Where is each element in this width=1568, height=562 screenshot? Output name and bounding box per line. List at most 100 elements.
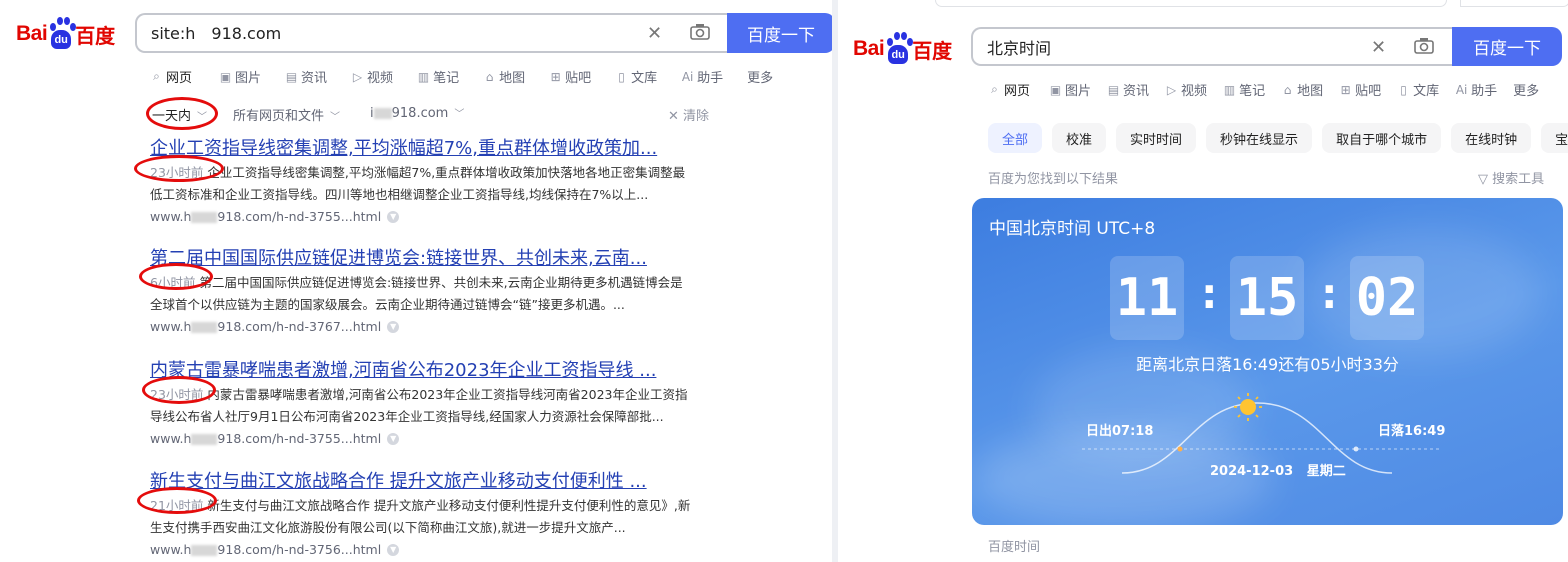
note-icon: ▥: [417, 69, 430, 84]
top-bar-edge: [935, 0, 1447, 7]
tab-note[interactable]: ▥ 笔记: [1223, 80, 1266, 100]
search-result: 第二届中国国际供应链促进博览会:链接世界、共创未来,云南... 6小时前 第二届中…: [150, 244, 730, 334]
search-query[interactable]: 北京时间: [987, 29, 1051, 64]
library-icon: ▯: [618, 69, 625, 84]
tab-label: 助手: [1471, 84, 1498, 99]
video-icon: ▷: [352, 69, 363, 84]
clock-date: 2024-12-03 星期二: [1210, 464, 1346, 479]
tab-more[interactable]: 更多: [1513, 80, 1539, 99]
top-bar-edge-2: [1460, 0, 1568, 7]
ai-icon: Ai: [1455, 82, 1468, 97]
tab-label: 资讯: [301, 71, 328, 86]
search-input[interactable]: site:h 918.com ✕: [135, 13, 727, 53]
tab-search[interactable]: ⌕ 网页: [988, 80, 1033, 99]
map-icon: ⌂: [485, 69, 494, 84]
clock-hours: 11: [1110, 256, 1184, 340]
tab-news[interactable]: ▤ 资讯: [285, 67, 328, 87]
query-chip[interactable]: 全部: [988, 123, 1043, 153]
result-snippet: 6小时前 第二届中国国际供应链促进博览会:链接世界、共创未来,云南企业期待更多机…: [150, 275, 683, 312]
sunset-countdown: 距离北京日落16:49还有05小时33分: [1136, 355, 1399, 374]
search-button[interactable]: 百度一下: [1452, 27, 1562, 66]
tab-label: 更多: [1513, 84, 1540, 99]
tab-library[interactable]: ▯ 文库: [1397, 80, 1440, 100]
filter-time[interactable]: 一天内 ﹀: [152, 105, 207, 124]
chevron-down-icon[interactable]: ▼: [387, 320, 400, 333]
chevron-down-icon[interactable]: ▼: [387, 432, 400, 445]
tab-label: 贴吧: [1355, 84, 1382, 99]
tab-label: 更多: [747, 71, 774, 86]
result-title[interactable]: 新生支付与曲江文旅战略合作 提升文旅产业移动支付便利性 ...: [150, 467, 730, 493]
tieba-icon: ⊞: [550, 69, 561, 84]
tab-label: 助手: [697, 71, 724, 86]
result-title[interactable]: 内蒙古雷暴哮喘患者激增,河南省公布2023年企业工资指导线 ...: [150, 356, 730, 382]
tab-label: 图片: [1065, 84, 1092, 99]
baidu-logo[interactable]: Bai du 百度: [853, 29, 952, 69]
tab-label: 笔记: [1239, 84, 1266, 99]
tab-video[interactable]: ▷ 视频: [1165, 80, 1207, 100]
clock-colon: :: [1316, 268, 1343, 319]
tab-label: 文库: [631, 71, 658, 86]
chevron-down-icon[interactable]: ▼: [387, 543, 400, 556]
tab-news[interactable]: ▤ 资讯: [1107, 80, 1150, 100]
query-chip[interactable]: 取自于哪个城市: [1322, 123, 1442, 153]
tab-label: 地图: [1297, 84, 1324, 99]
result-url[interactable]: www.h 918.com/h-nd-3755...html ▼: [150, 431, 730, 446]
clock-colon: :: [1196, 268, 1223, 319]
tab-image[interactable]: ▣ 图片: [1049, 80, 1092, 100]
result-time: 21小时前: [150, 498, 204, 513]
note-icon: ▥: [1223, 82, 1236, 97]
tab-video[interactable]: ▷ 视频: [351, 67, 394, 87]
tab-library[interactable]: ▯ 文库: [615, 67, 658, 87]
query-chip[interactable]: 宝: [1541, 123, 1568, 153]
result-url[interactable]: www.h 918.com/h-nd-3755...html ▼: [150, 209, 730, 224]
search-query[interactable]: site:h 918.com: [151, 15, 281, 51]
query-chip[interactable]: 实时时间: [1116, 123, 1197, 153]
library-icon: ▯: [1400, 82, 1407, 97]
tab-label: 文库: [1413, 84, 1440, 99]
result-title[interactable]: 企业工资指导线密集调整,平均涨幅超7%,重点群体增收政策加...: [150, 134, 730, 160]
video-icon: ▷: [1166, 82, 1177, 97]
filter-site[interactable]: i 918.com ﹀: [370, 105, 464, 121]
search-tools-button[interactable]: ▽ 搜索工具: [1478, 168, 1544, 187]
source-label: 百度时间: [988, 540, 1041, 555]
result-count: 百度为您找到以下结果: [988, 172, 1119, 187]
search-icon: ⌕: [153, 69, 160, 83]
camera-icon[interactable]: [689, 22, 711, 47]
tab-ai[interactable]: Ai 助手: [1455, 80, 1498, 100]
chevron-down-icon[interactable]: ▼: [387, 210, 400, 223]
tab-map[interactable]: ⌂ 地图: [483, 67, 525, 87]
clear-icon[interactable]: ✕: [647, 23, 662, 44]
sunset-time: 日落16:49: [1378, 424, 1446, 439]
tab-ai[interactable]: Ai 助手: [681, 67, 724, 87]
baidu-logo[interactable]: Bai du 百度: [16, 14, 115, 54]
tab-label: 图片: [235, 71, 262, 86]
tab-label: 视频: [367, 71, 394, 86]
filter-type[interactable]: 所有网页和文件 ﹀: [233, 105, 340, 124]
clear-filters-button[interactable]: ✕ 清除: [668, 105, 709, 124]
tab-tieba[interactable]: ⊞ 贴吧: [1339, 80, 1382, 100]
query-chip[interactable]: 在线时钟: [1451, 123, 1532, 153]
news-icon: ▤: [1107, 82, 1120, 97]
tab-label: 网页: [1004, 84, 1031, 99]
search-tabs: ⌕ 网页 ▣ 图片 ▤ 资讯 ▷ 视频 ▥ 笔记 ⌂ 地图 ⊞ 贴吧 ▯ 文库 Ai 助手 更多: [988, 80, 1555, 99]
result-url[interactable]: www.h 918.com/h-nd-3767...html ▼: [150, 319, 730, 334]
camera-icon[interactable]: [1413, 36, 1435, 61]
clock-minutes: 15: [1230, 256, 1304, 340]
tab-tieba[interactable]: ⊞ 贴吧: [549, 67, 592, 87]
query-chip[interactable]: 校准: [1052, 123, 1107, 153]
clear-icon[interactable]: ✕: [1371, 37, 1386, 58]
query-chips: 全部 校准 实时时间 秒钟在线显示 取自于哪个城市 在线时钟宝: [988, 123, 1568, 153]
search-button[interactable]: 百度一下: [727, 13, 835, 53]
result-title[interactable]: 第二届中国国际供应链促进博览会:链接世界、共创未来,云南...: [150, 244, 730, 270]
tab-search[interactable]: ⌕ 网页: [150, 67, 195, 86]
query-chip[interactable]: 秒钟在线显示: [1206, 123, 1313, 153]
tab-note[interactable]: ▥ 笔记: [417, 67, 459, 87]
result-url[interactable]: www.h 918.com/h-nd-3756...html ▼: [150, 542, 730, 557]
tab-image[interactable]: ▣ 图片: [219, 67, 262, 87]
clock-seconds: 02: [1350, 256, 1424, 340]
search-input[interactable]: 北京时间 ✕: [971, 27, 1452, 66]
tab-map[interactable]: ⌂ 地图: [1281, 80, 1324, 100]
tab-label: 资讯: [1123, 84, 1150, 99]
tieba-icon: ⊞: [1340, 82, 1351, 97]
tab-more[interactable]: 更多: [747, 67, 773, 86]
